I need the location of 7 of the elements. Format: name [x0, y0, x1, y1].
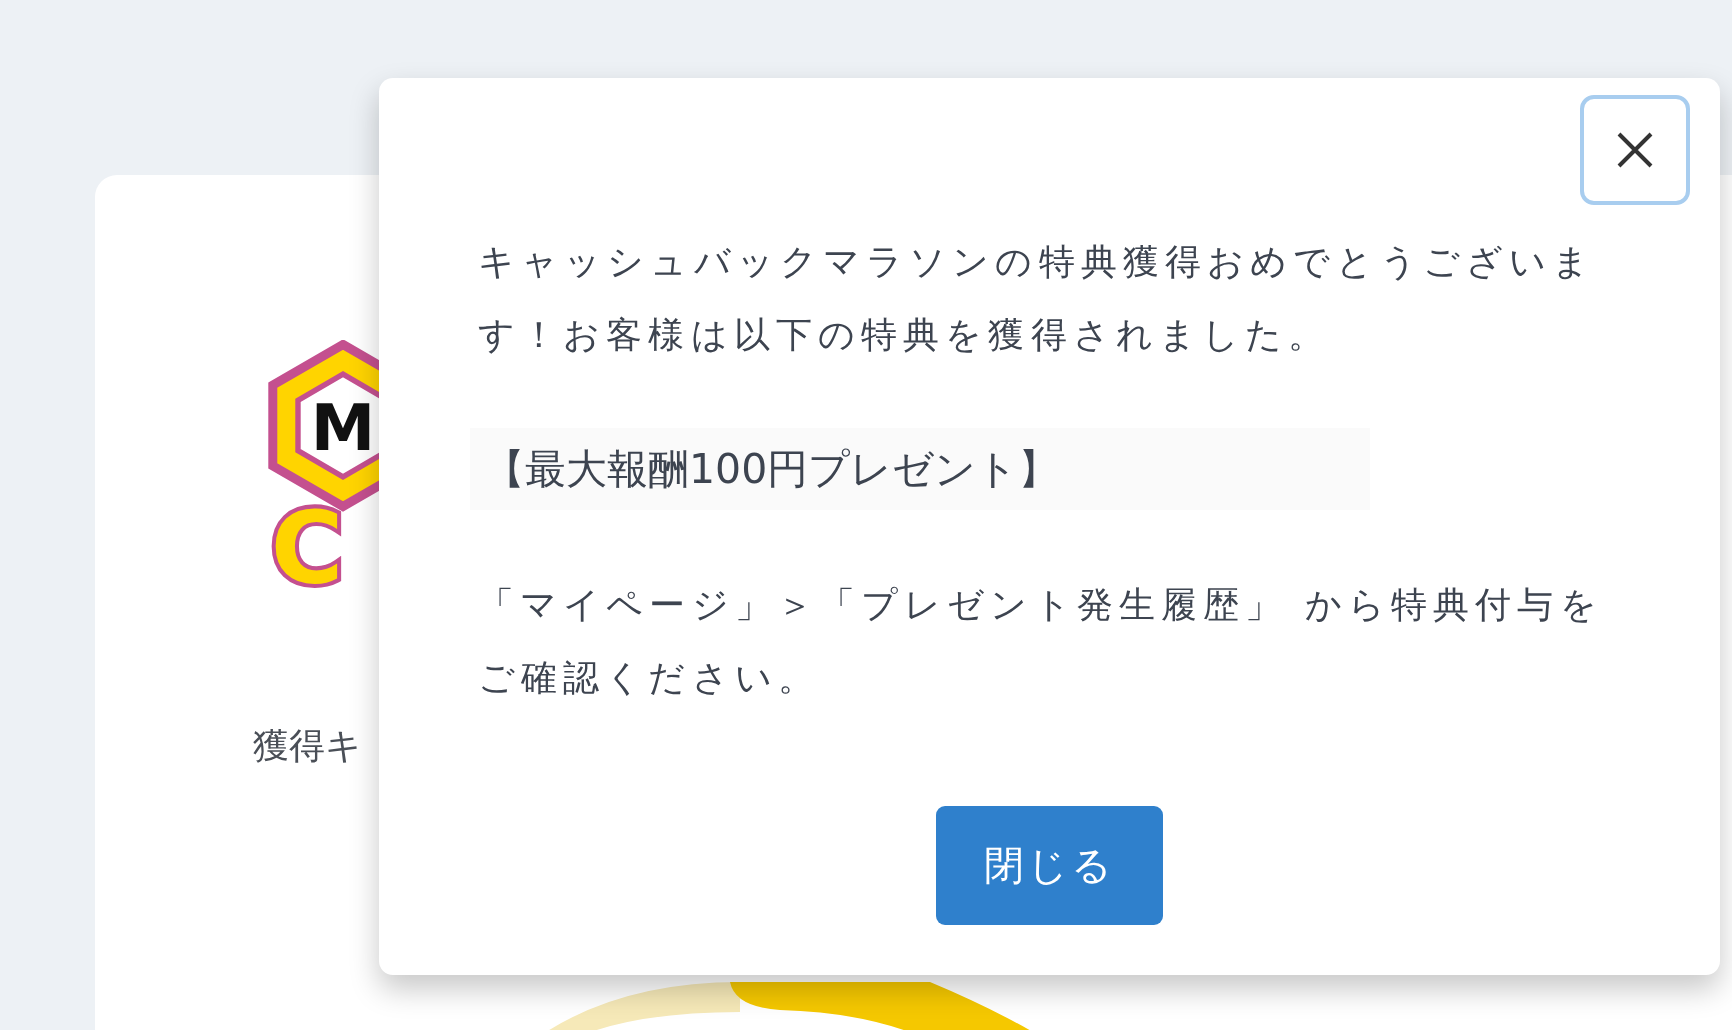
close-button[interactable]: [1580, 95, 1690, 205]
congratulation-message: キャッシュバックマラソンの特典獲得おめでとうございます！お客様は以下の特典を獲得されました。: [478, 240, 1597, 357]
earned-label: 獲得キ: [253, 724, 363, 768]
close-icon: [1615, 130, 1655, 170]
reward-text: 【最大報酬100円プレゼント】: [470, 428, 1370, 510]
close-dialog-button[interactable]: 閉じる: [936, 806, 1163, 925]
instruction-text: 「マイページ」＞「プレゼント発生履歴」 から特典付与をご確認ください。: [478, 583, 1604, 700]
